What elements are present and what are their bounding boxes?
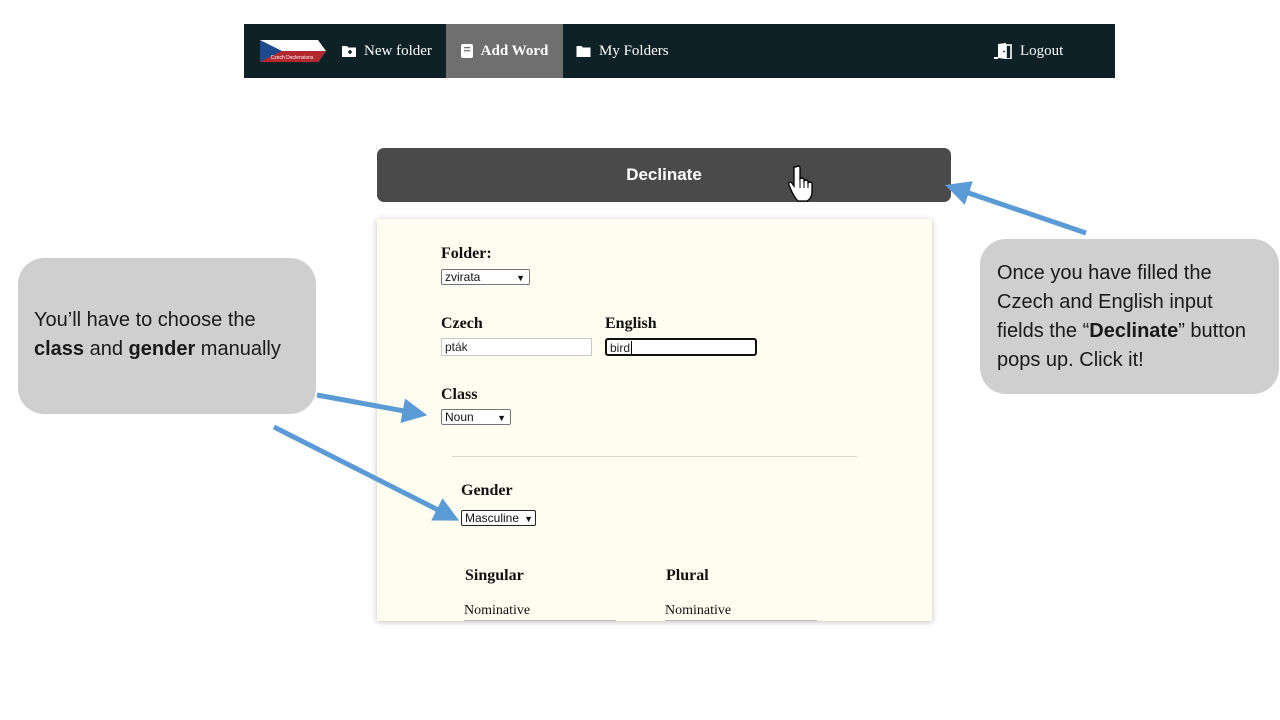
- chevron-down-icon: ▼: [516, 273, 525, 283]
- folder-label: Folder:: [441, 245, 492, 262]
- czech-input-value: pták: [445, 340, 468, 354]
- plural-label: Plural: [666, 567, 709, 584]
- add-word-form: Folder: zvirata ▼ Czech pták English bir…: [377, 219, 932, 621]
- door-icon: [994, 43, 1012, 59]
- folder-plus-icon: [342, 46, 356, 57]
- nav-logout[interactable]: Logout: [994, 24, 1063, 78]
- english-input[interactable]: bird: [605, 338, 757, 356]
- hand-cursor-icon: [788, 165, 813, 202]
- nav-logout-label: Logout: [1020, 42, 1064, 59]
- singular-nominative-label: Nominative: [464, 603, 531, 618]
- callout-left-bold-gender: gender: [128, 338, 196, 360]
- callout-left-bold-class: class: [34, 338, 85, 360]
- chevron-down-icon: ▼: [497, 413, 506, 423]
- plural-nominative-input[interactable]: [665, 620, 817, 621]
- czech-input[interactable]: pták: [441, 338, 592, 356]
- arrow-to-declinate: [945, 181, 1087, 236]
- folder-icon: [576, 46, 591, 57]
- logo-text: Czech Declensions: [271, 55, 314, 61]
- gender-label: Gender: [461, 482, 513, 499]
- nav-new-folder-label: New folder: [364, 42, 432, 59]
- gender-select[interactable]: Masculine ▼: [461, 510, 536, 526]
- class-select[interactable]: Noun ▼: [441, 409, 511, 425]
- callout-declinate: Once you have filled the Czech and Engli…: [980, 239, 1279, 394]
- callout-right-bold: Declinate: [1089, 320, 1179, 342]
- declinate-button[interactable]: Declinate: [377, 148, 951, 202]
- english-label: English: [605, 315, 657, 332]
- english-input-value: bird: [610, 341, 631, 355]
- folder-select-value: zvirata: [445, 270, 481, 284]
- book-icon: [460, 44, 473, 58]
- nav-add-word-label: Add Word: [480, 42, 549, 59]
- callout-left-mid: and: [84, 338, 129, 360]
- chevron-down-icon: ▼: [524, 514, 533, 524]
- singular-label: Singular: [465, 567, 524, 584]
- callout-left-tail: manually: [195, 338, 281, 360]
- section-divider: [452, 456, 857, 457]
- czech-label: Czech: [441, 315, 483, 332]
- gender-select-value: Masculine: [465, 511, 520, 525]
- class-label: Class: [441, 386, 478, 403]
- nav-my-folders[interactable]: My Folders: [576, 24, 669, 78]
- top-navbar: Czech Declensions New folder Add Word My…: [244, 24, 1115, 78]
- callout-left-line1: You’ll have to choose the: [34, 309, 256, 331]
- declinate-button-label: Declinate: [626, 165, 702, 184]
- text-caret: [631, 341, 633, 355]
- class-select-value: Noun: [445, 410, 474, 424]
- singular-nominative-input[interactable]: [464, 620, 616, 621]
- folder-select[interactable]: zvirata ▼: [441, 269, 530, 285]
- nav-new-folder[interactable]: New folder: [342, 24, 446, 78]
- callout-class-gender: You’ll have to choose the class and gend…: [18, 258, 316, 414]
- app-logo[interactable]: Czech Declensions: [260, 38, 326, 64]
- nav-my-folders-label: My Folders: [599, 42, 669, 59]
- plural-nominative-label: Nominative: [665, 603, 732, 618]
- nav-add-word[interactable]: Add Word: [446, 24, 563, 78]
